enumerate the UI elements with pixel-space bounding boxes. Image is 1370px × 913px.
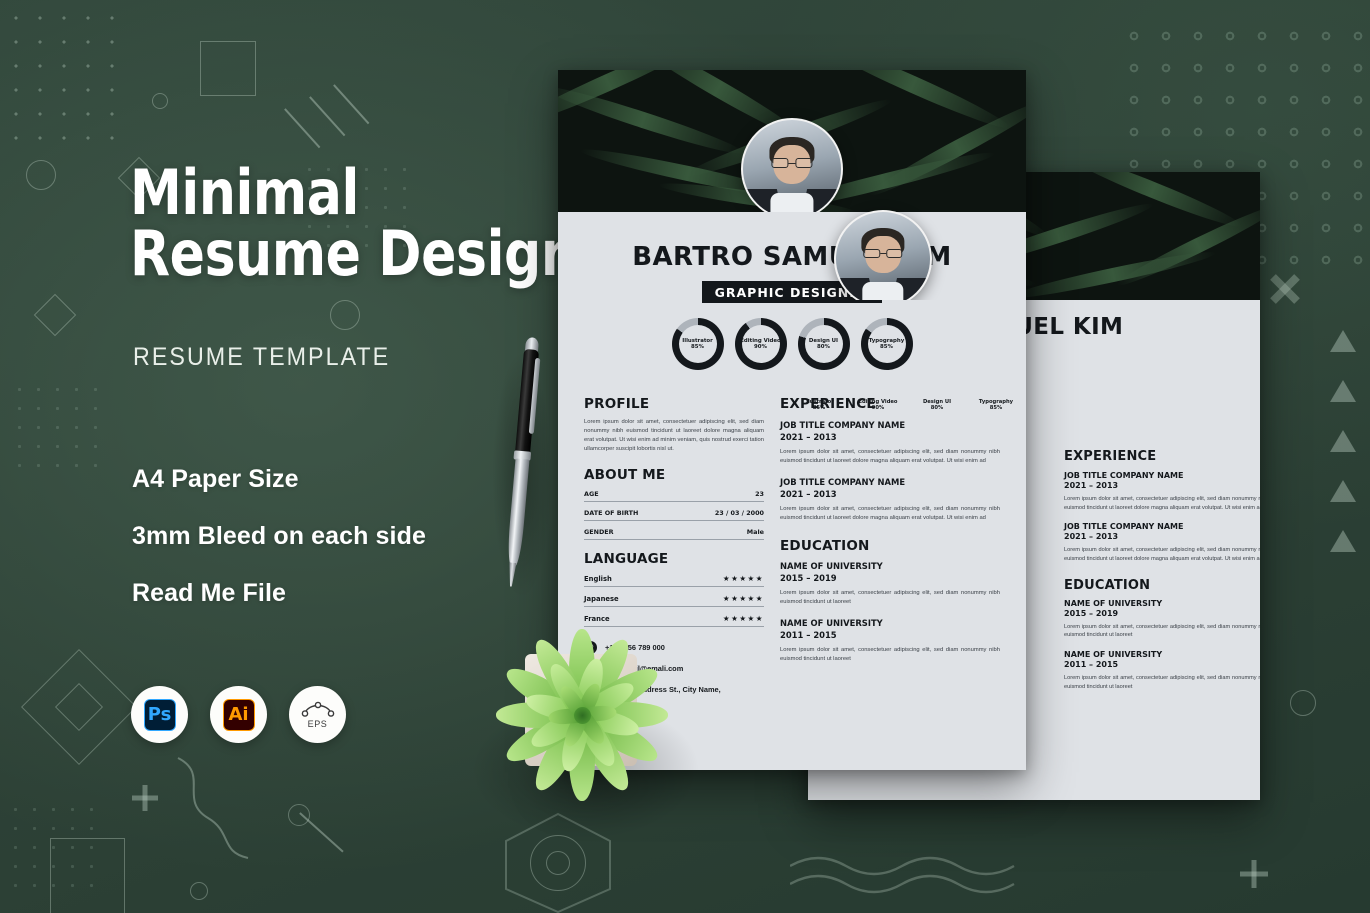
- education-heading-back: EDUCATION: [1064, 577, 1151, 593]
- education-dates: 2011 – 2015: [1064, 659, 1119, 669]
- feature-list: A4 Paper Size 3mm Bleed on each side Rea…: [132, 465, 552, 636]
- experience-item-back: JOB TITLE COMPANY NAME 2021 – 2013 Lorem…: [1064, 471, 1260, 512]
- education-item-back: NAME OF UNIVERSITY 2011 – 2015 Lorem ips…: [1064, 650, 1260, 691]
- experience-item: JOB TITLE COMPANY NAME 2021 – 2013 Lorem…: [780, 420, 1000, 466]
- job-dates: 2021 – 2013: [780, 432, 837, 442]
- feature-item: 3mm Bleed on each side: [132, 522, 426, 550]
- x-mark-right: [1268, 272, 1302, 306]
- illustrator-icon: Ai: [222, 698, 255, 731]
- job-title: JOB TITLE COMPANY NAME: [1064, 522, 1184, 532]
- education-title: NAME OF UNIVERSITY: [780, 560, 883, 571]
- about-row: AGE 23: [584, 490, 764, 502]
- education-description: Lorem ipsum dolor sit amet, consectetuer…: [1064, 674, 1260, 690]
- skill-percent: 85%: [812, 405, 826, 411]
- skill-percent: 80%: [930, 405, 944, 411]
- about-value: 23: [755, 489, 764, 498]
- job-description: Lorem ipsum dolor sit amet, consectetuer…: [1064, 547, 1260, 562]
- job-title: JOB TITLE COMPANY NAME: [780, 476, 906, 487]
- badge-illustrator[interactable]: Ai: [210, 686, 267, 743]
- skill-ring: Editing Video 90%: [734, 318, 787, 370]
- language-rating: ★★★★★: [722, 613, 764, 623]
- photoshop-icon: Ps: [143, 698, 176, 731]
- education-dates: 2015 – 2019: [780, 572, 837, 583]
- job-description: Lorem ipsum dolor sit amet, consectetuer…: [780, 449, 1000, 464]
- portrait-photo-back: [836, 212, 930, 300]
- headline-line-1: Minimal: [130, 156, 359, 229]
- badge-photoshop[interactable]: Ps: [131, 686, 188, 743]
- language-heading: LANGUAGE: [584, 550, 669, 567]
- experience-item-back: JOB TITLE COMPANY NAME 2021 – 2013 Lorem…: [1064, 522, 1260, 563]
- headline-line-2: Resume Design: [130, 216, 578, 290]
- job-dates: 2021 – 2013: [1064, 481, 1119, 490]
- badge-eps[interactable]: EPS: [289, 686, 346, 743]
- about-key: DATE OF BIRTH: [584, 508, 639, 517]
- candidate-name-front: BARTRO SAMUEL KIM: [632, 242, 952, 272]
- about-heading: ABOUT ME: [584, 466, 666, 483]
- plus-mark-right: [1240, 860, 1268, 888]
- plant-object: [487, 620, 677, 810]
- skill-percent: 90%: [754, 344, 767, 350]
- education-dates: 2015 – 2019: [1064, 608, 1119, 618]
- education-title: NAME OF UNIVERSITY: [780, 617, 883, 628]
- feature-item: A4 Paper Size: [132, 465, 299, 493]
- page-title: Minimal Resume Design: [130, 156, 578, 290]
- education-description: Lorem ipsum dolor sit amet, consectetuer…: [780, 589, 1000, 605]
- profile-text: Lorem ipsum dolor sit amet, consectetuer…: [584, 419, 764, 452]
- skill-ring: Typography 85%: [860, 318, 913, 370]
- job-dates: 2021 – 2013: [780, 488, 837, 499]
- illustrator-label: Ai: [228, 704, 249, 725]
- resume-right-column: EXPERIENCE JOB TITLE COMPANY NAME 2021 –…: [780, 396, 1000, 704]
- education-title: NAME OF UNIVERSITY: [1064, 649, 1163, 659]
- skill-ring: Design UI 80%: [797, 318, 850, 370]
- skill-percent: 85%: [691, 344, 704, 350]
- job-title: JOB TITLE COMPANY NAME: [780, 420, 906, 430]
- about-row: DATE OF BIRTH 23 / 03 / 2000: [584, 509, 764, 521]
- job-description: Lorem ipsum dolor sit amet, consectetuer…: [1064, 496, 1260, 511]
- photoshop-label: Ps: [147, 704, 172, 725]
- education-description: Lorem ipsum dolor sit amet, consectetuer…: [1064, 623, 1260, 639]
- software-badge-list: Ps Ai EPS: [131, 686, 346, 743]
- skill-ring-list-front: Illustrator 85% Editing Video 90% Design…: [584, 318, 1000, 370]
- education-item: NAME OF UNIVERSITY 2015 – 2019 Lorem ips…: [780, 561, 1000, 607]
- pen-tool-icon: [301, 701, 334, 717]
- subtitle: RESUME TEMPLATE: [133, 343, 391, 371]
- avatar-front: [741, 118, 843, 212]
- education-heading: EDUCATION: [780, 537, 870, 554]
- experience-item: JOB TITLE COMPANY NAME 2021 – 2013 Lorem…: [780, 477, 1000, 523]
- about-key: GENDER: [584, 527, 614, 536]
- job-title: JOB TITLE COMPANY NAME: [1064, 471, 1184, 480]
- education-dates: 2011 – 2015: [780, 629, 837, 640]
- job-dates: 2021 – 2013: [1064, 532, 1119, 542]
- about-value: 23 / 03 / 2000: [714, 508, 764, 517]
- portrait-photo-front: [743, 120, 841, 212]
- education-title: NAME OF UNIVERSITY: [1064, 598, 1163, 608]
- language-name: Japanese: [584, 594, 619, 603]
- job-description: Lorem ipsum dolor sit amet, consectetuer…: [780, 505, 1000, 521]
- skill-percent: 90%: [871, 405, 885, 411]
- skill-percent: 85%: [880, 344, 893, 350]
- eps-label: EPS: [307, 719, 328, 729]
- skill-percent: 80%: [817, 344, 830, 350]
- about-value: Male: [746, 527, 764, 536]
- education-item-back: NAME OF UNIVERSITY 2015 – 2019 Lorem ips…: [1064, 599, 1260, 640]
- experience-heading-back: EXPERIENCE: [1064, 449, 1157, 464]
- hero-photo-front: [558, 70, 1026, 212]
- skill-ring: Illustrator 85%: [671, 318, 724, 370]
- language-rating: ★★★★★: [722, 593, 764, 603]
- avatar-back: [834, 210, 932, 300]
- language-row: English ★★★★★: [584, 574, 764, 587]
- profile-heading: PROFILE: [584, 396, 650, 412]
- feature-item: Read Me File: [132, 579, 287, 607]
- about-row: GENDER Male: [584, 528, 764, 540]
- education-item: NAME OF UNIVERSITY 2011 – 2015 Lorem ips…: [780, 618, 1000, 664]
- language-row: Japanese ★★★★★: [584, 594, 764, 607]
- plus-mark-left: [132, 785, 158, 811]
- promo-stage: Minimal Resume Design RESUME TEMPLATE A4…: [0, 0, 1370, 913]
- education-description: Lorem ipsum dolor sit amet, consectetuer…: [780, 646, 1000, 662]
- language-rating: ★★★★★: [722, 573, 764, 583]
- about-key: AGE: [584, 489, 599, 498]
- language-name: English: [584, 574, 612, 583]
- skill-percent: 85%: [989, 405, 1003, 411]
